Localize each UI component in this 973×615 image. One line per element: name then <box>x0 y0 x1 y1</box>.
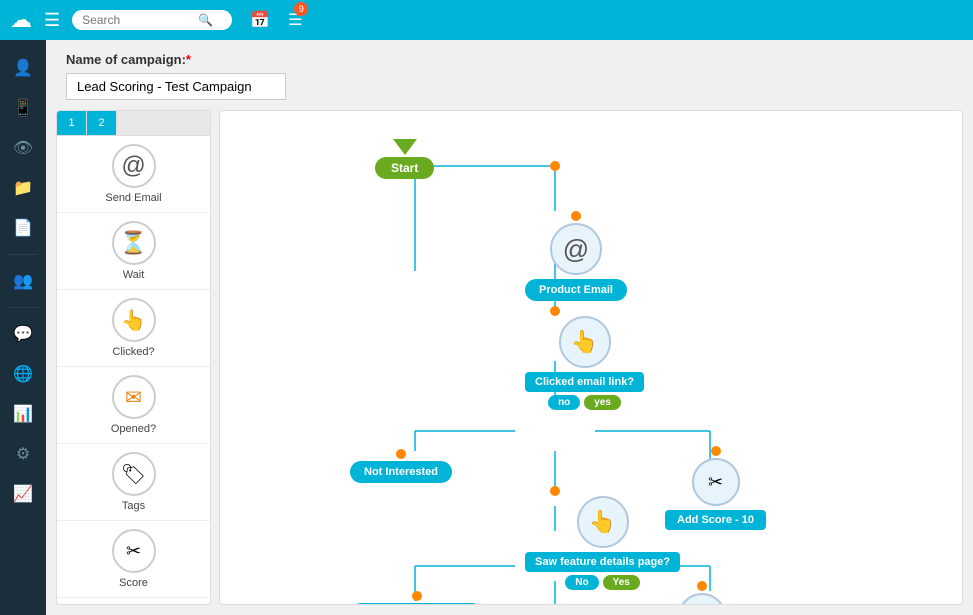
top-navigation: ☁ ☰ 🔍 📅 ☰ 9 <box>0 0 973 40</box>
saw-feature-yes-button[interactable]: Yes <box>603 575 640 590</box>
tool-send-email[interactable]: @ Send Email <box>57 136 210 213</box>
tags-icon: 🏷 <box>112 452 156 496</box>
add-score-10-node[interactable]: ✂ Add Score - 10 <box>665 446 766 530</box>
search-input[interactable] <box>82 13 192 27</box>
product-email-label: Product Email <box>525 279 627 301</box>
left-panel: 1 2 @ Send Email ⏳ Wait 👆 Clicked? ✉ Ope… <box>56 110 211 605</box>
connector-dot-5 <box>711 446 721 456</box>
clicked-email-link-label: Clicked email link? <box>525 372 644 392</box>
campaign-name-input[interactable] <box>66 73 286 100</box>
canvas-area: Start @ Product Email 👆 Clicked email li… <box>219 110 963 605</box>
sidebar-item-settings[interactable]: ⚙ <box>5 436 41 472</box>
add-score-10-icon: ✂ <box>692 458 740 506</box>
start-node[interactable]: Start <box>375 139 434 179</box>
sidebar-item-chat[interactable]: 💬 <box>5 316 41 352</box>
score-icon-node: ✂ <box>678 593 726 605</box>
main-content: Name of campaign:* 1 2 @ Send Email ⏳ Wa… <box>46 40 973 615</box>
opened-label: Opened? <box>111 423 156 435</box>
calendar-icon[interactable]: 📅 <box>250 10 270 30</box>
sidebar-item-chart[interactable]: 📊 <box>5 396 41 432</box>
start-label: Start <box>375 157 434 179</box>
cloud-logo-icon: ☁ <box>10 7 32 33</box>
sidebar-item-globe[interactable]: 🌐 <box>5 356 41 392</box>
sidebar-item-person[interactable]: 👤 <box>5 50 41 86</box>
search-bar: 🔍 <box>72 10 232 30</box>
tool-score[interactable]: ✂ Score <box>57 521 210 598</box>
score-label: Score <box>119 577 148 589</box>
score-node[interactable]: ✂ Score <box>675 581 730 605</box>
clicked-no-button[interactable]: no <box>548 395 580 410</box>
tool-wait[interactable]: ⏳ Wait <box>57 213 210 290</box>
left-sidebar: 👤 📱 👁 📁 📄 👥 💬 🌐 📊 ⚙ 📈 <box>0 40 46 615</box>
clicked-icon: 👆 <box>112 298 156 342</box>
score-icon: ✂ <box>112 529 156 573</box>
saw-feature-details-node[interactable]: 👆 Saw feature details page? No Yes <box>525 496 680 590</box>
connector-dot-7 <box>697 581 707 591</box>
connector-dot-4 <box>396 449 406 459</box>
search-icon: 🔍 <box>198 13 213 27</box>
notification-badge: 9 <box>294 2 308 16</box>
campaign-name-label: Name of campaign:* <box>66 52 953 67</box>
clicked-yes-button[interactable]: yes <box>584 395 621 410</box>
send-email-icon: @ <box>112 144 156 188</box>
saw-feature-details-label: Saw feature details page? <box>525 552 680 572</box>
interested-callback-label: Interested Call Back <box>350 603 483 605</box>
not-interested-node[interactable]: Not Interested <box>350 449 452 483</box>
start-arrow-icon <box>393 139 417 155</box>
clicked-email-link-node[interactable]: 👆 Clicked email link? no yes <box>525 316 644 410</box>
send-email-label: Send Email <box>105 192 161 204</box>
notification-badge-container[interactable]: ☰ 9 <box>288 10 302 30</box>
connector-dot-3 <box>550 306 560 316</box>
sidebar-item-people[interactable]: 👥 <box>5 263 41 299</box>
panel-tabs: 1 2 <box>57 111 210 136</box>
saw-feature-no-button[interactable]: No <box>565 575 598 590</box>
tags-label: Tags <box>122 500 145 512</box>
clicked-label: Clicked? <box>112 346 154 358</box>
product-email-node[interactable]: @ Product Email <box>525 211 627 301</box>
product-email-icon: @ <box>550 223 602 275</box>
tool-opened[interactable]: ✉ Opened? <box>57 367 210 444</box>
workflow-area: 1 2 @ Send Email ⏳ Wait 👆 Clicked? ✉ Ope… <box>56 110 963 605</box>
sidebar-item-document[interactable]: 📄 <box>5 210 41 246</box>
tool-url-visited[interactable]: 🔗 URL Visited? <box>57 598 210 605</box>
tool-clicked[interactable]: 👆 Clicked? <box>57 290 210 367</box>
not-interested-label: Not Interested <box>350 461 452 483</box>
campaign-header: Name of campaign:* <box>46 40 973 108</box>
wait-icon: ⏳ <box>112 221 156 265</box>
panel-tab-1[interactable]: 1 <box>57 111 87 135</box>
connector-dot-1 <box>550 161 560 171</box>
hamburger-menu-icon[interactable]: ☰ <box>44 10 60 31</box>
add-score-10-label: Add Score - 10 <box>665 510 766 530</box>
opened-icon: ✉ <box>112 375 156 419</box>
tool-tags[interactable]: 🏷 Tags <box>57 444 210 521</box>
sidebar-item-eye[interactable]: 👁 <box>5 130 41 166</box>
panel-tab-2[interactable]: 2 <box>87 111 117 135</box>
sidebar-item-phone[interactable]: 📱 <box>5 90 41 126</box>
clicked-email-link-icon: 👆 <box>559 316 611 368</box>
wait-label: Wait <box>123 269 145 281</box>
connector-dot-2 <box>571 211 581 221</box>
interested-callback-node[interactable]: Interested Call Back <box>350 591 483 605</box>
saw-feature-details-icon: 👆 <box>577 496 629 548</box>
sidebar-item-folder[interactable]: 📁 <box>5 170 41 206</box>
connector-dot-8 <box>412 591 422 601</box>
sidebar-item-bar-chart[interactable]: 📈 <box>5 476 41 512</box>
connector-dot-6 <box>550 486 560 496</box>
